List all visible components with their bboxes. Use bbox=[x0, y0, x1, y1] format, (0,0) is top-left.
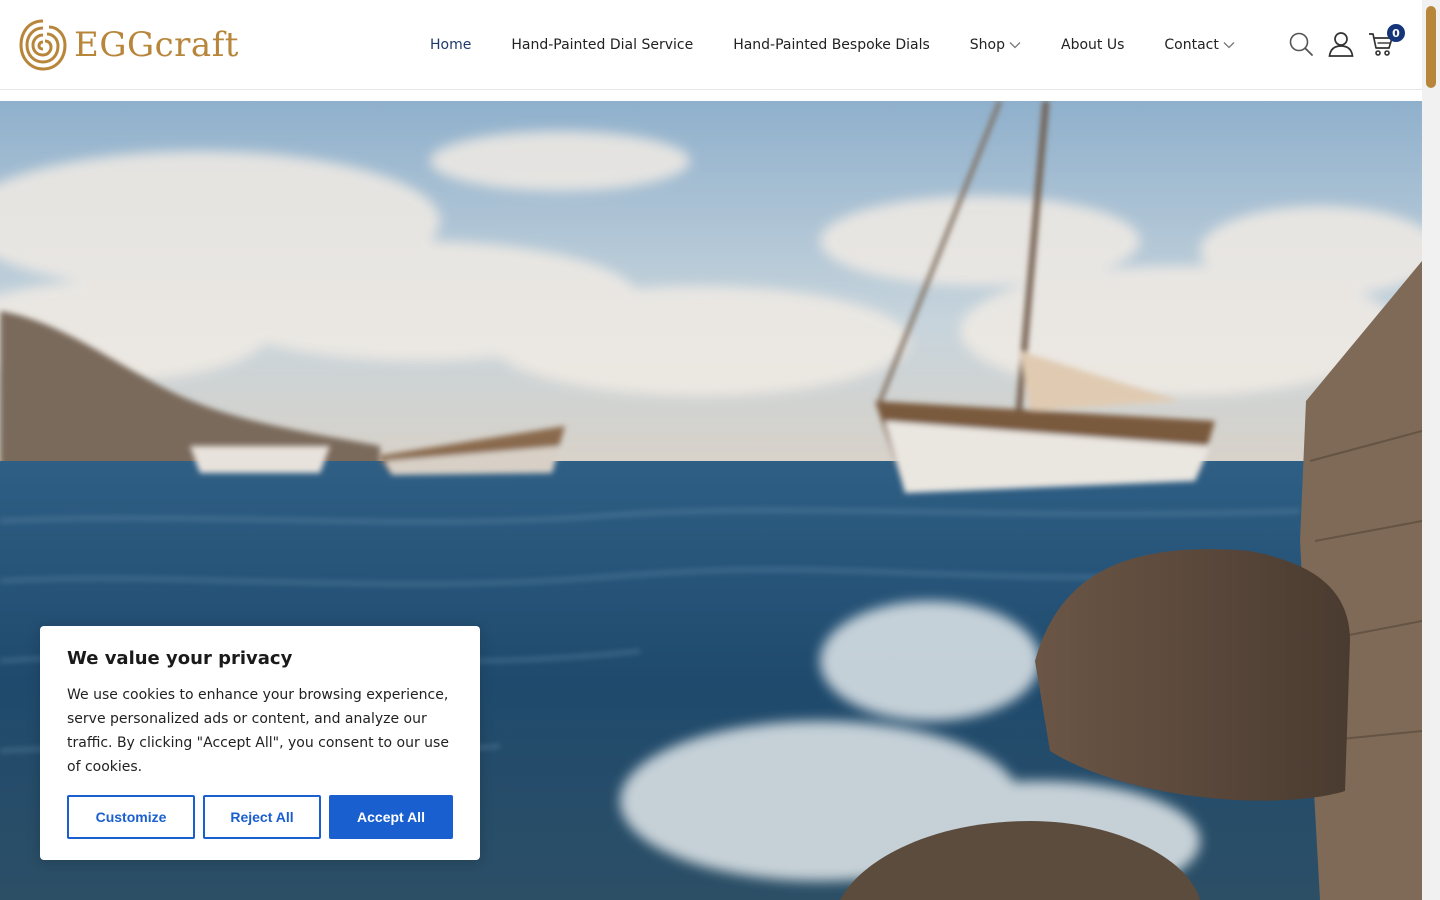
nav-item-label: Hand-Painted Bespoke Dials bbox=[733, 37, 930, 53]
cookie-title: We value your privacy bbox=[67, 648, 293, 669]
cart-count-badge: 0 bbox=[1387, 24, 1405, 42]
cookie-consent-banner: We value your privacy We use cookies to … bbox=[40, 626, 480, 860]
nav-item-contact[interactable]: Contact bbox=[1164, 37, 1235, 53]
logo-swirl-icon bbox=[19, 19, 67, 71]
cookie-body-text: We use cookies to enhance your browsing … bbox=[67, 687, 449, 775]
nav-item-label: Shop bbox=[969, 37, 1005, 53]
user-icon bbox=[1328, 32, 1354, 57]
nav-item-shop[interactable]: Shop bbox=[970, 37, 1021, 53]
main-nav: Home Hand-Painted Dial Service Hand-Pain… bbox=[430, 0, 1235, 90]
cart-button[interactable]: 0 bbox=[1368, 24, 1405, 58]
nav-item-bespoke-dials[interactable]: Hand-Painted Bespoke Dials bbox=[733, 37, 930, 53]
search-icon bbox=[1289, 32, 1313, 56]
nav-item-label: Home bbox=[430, 37, 472, 53]
chevron-down-icon bbox=[1223, 37, 1235, 53]
nav-item-label: About Us bbox=[1061, 37, 1125, 53]
cookie-actions: Customize Reject All Accept All bbox=[67, 795, 453, 839]
chevron-down-icon bbox=[1009, 37, 1021, 53]
nav-item-label: Hand-Painted Dial Service bbox=[511, 37, 694, 53]
nav-item-label: Contact bbox=[1164, 37, 1219, 53]
scrollbar-thumb[interactable] bbox=[1426, 6, 1436, 88]
accept-all-button[interactable]: Accept All bbox=[329, 795, 453, 839]
header-actions: 0 bbox=[1288, 24, 1405, 58]
account-button[interactable] bbox=[1328, 30, 1354, 58]
reject-all-button[interactable]: Reject All bbox=[203, 795, 321, 839]
site-header: EGGcraft Home Hand-Painted Dial Service … bbox=[0, 0, 1422, 90]
brand-name: EGGcraft bbox=[74, 25, 239, 65]
nav-item-home[interactable]: Home bbox=[430, 37, 471, 53]
customize-button[interactable]: Customize bbox=[67, 795, 195, 839]
brand-logo[interactable]: EGGcraft bbox=[18, 16, 239, 74]
nav-item-dial-service[interactable]: Hand-Painted Dial Service bbox=[511, 37, 693, 53]
page-scrollbar[interactable] bbox=[1422, 0, 1440, 900]
search-button[interactable] bbox=[1288, 30, 1314, 58]
nav-item-about[interactable]: About Us bbox=[1061, 37, 1124, 53]
